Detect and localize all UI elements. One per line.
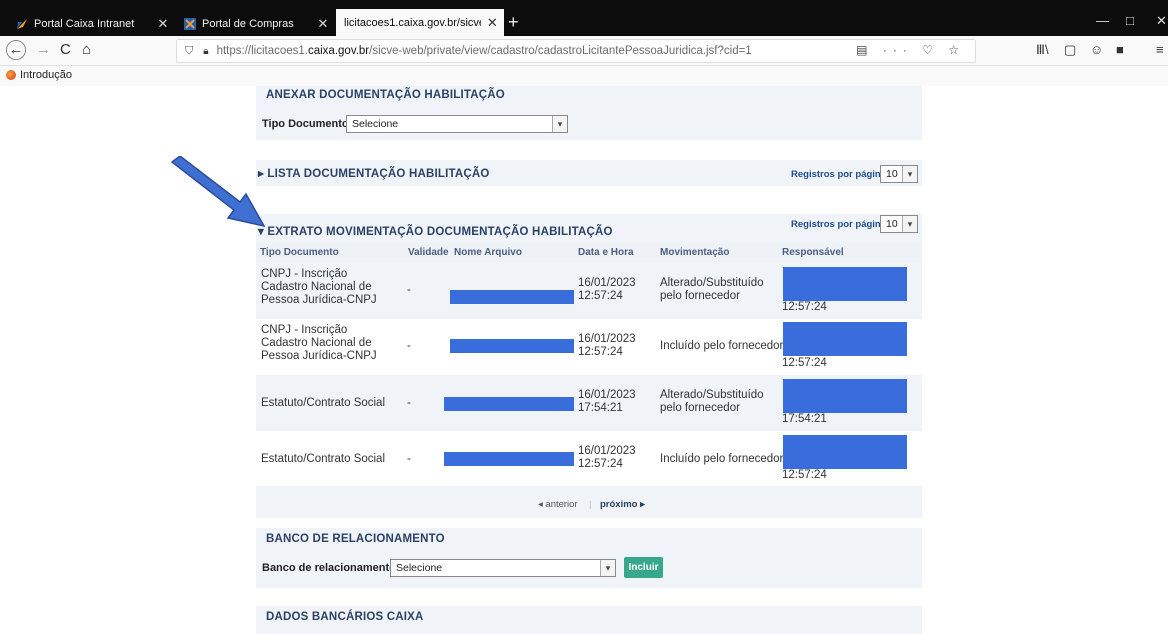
tipo-documento-select[interactable]: Selecione ▾ (346, 115, 568, 133)
redacted-filename[interactable] (450, 339, 574, 353)
select-value: Selecione (396, 562, 443, 574)
tab-portal-caixa-intranet[interactable]: Portal Caixa Intranet ✕ (8, 11, 176, 36)
pager-prev-link[interactable]: ◂ anterior (538, 499, 578, 510)
select-value: Selecione (352, 118, 399, 130)
cell-resp-time: 17:54:21 (782, 413, 827, 425)
extrato-rpp-label: Registros por página (791, 219, 887, 230)
firefox-icon (6, 70, 16, 80)
maximize-icon[interactable]: □ (1126, 13, 1134, 28)
extension-icon[interactable]: ■ (1116, 42, 1124, 57)
new-tab-button[interactable]: + (508, 13, 519, 31)
shield-icon: ⛉ (185, 44, 194, 57)
library-icon[interactable]: Ⅲ\ (1036, 42, 1049, 58)
chevron-down-icon: ▾ (902, 216, 917, 232)
chevron-down-icon: ▾ (600, 560, 615, 576)
navigation-bar: ← → C ⌂ ⛉ 🔒︎ https://licitacoes1.caixa.g… (0, 36, 1168, 66)
caixa-favicon-icon (17, 18, 27, 29)
cell-validade: - (407, 284, 411, 296)
reload-icon[interactable]: C (60, 41, 71, 59)
redacted-filename[interactable] (444, 397, 574, 411)
col-validade: Validade (408, 247, 449, 258)
cell-mov: Incluído pelo fornecedor (660, 340, 784, 352)
pagination: ◂ anterior | próximo ▸ (256, 486, 922, 518)
cell-tipo: Estatuto/Contrato Social (261, 453, 386, 465)
lista-title[interactable]: ▸ LISTA DOCUMENTAÇÃO HABILITAÇÃO (258, 166, 490, 180)
cell-validade: - (407, 453, 411, 465)
page-actions-icons[interactable]: ▤ ··· ♡ ☆ (856, 43, 965, 57)
select-value: 10 (886, 168, 898, 180)
cell-mov: Alterado/Substituído pelo fornecedor (660, 389, 764, 414)
cell-validade: - (407, 397, 411, 409)
incluir-button[interactable]: Incluir (624, 557, 663, 578)
menu-icon[interactable]: ≡ (1156, 42, 1164, 57)
extrato-title[interactable]: ▾ EXTRATO MOVIMENTAÇÃO DOCUMENTAÇÃO HABI… (258, 224, 613, 238)
forward-icon[interactable]: → (36, 41, 51, 59)
banco-select[interactable]: Selecione ▾ (390, 559, 616, 577)
extrato-rpp-select[interactable]: 10 ▾ (880, 215, 918, 233)
tab-close-icon[interactable]: ✕ (487, 15, 498, 31)
tab-portal-de-compras[interactable]: Portal de Compras ✕ (176, 11, 336, 36)
tab-licitacoes[interactable]: licitacoes1.caixa.gov.br/sicve-web/ ✕ (336, 9, 504, 36)
select-value: 10 (886, 218, 898, 230)
page-content: ANEXAR DOCUMENTAÇÃO HABILITAÇÃO Tipo Doc… (0, 86, 1168, 634)
anexar-title: ANEXAR DOCUMENTAÇÃO HABILITAÇÃO (266, 89, 505, 101)
cell-mov: Incluído pelo fornecedor (660, 453, 784, 465)
table-header: Tipo Documento Validade Nome Arquivo Dat… (256, 243, 922, 263)
chevron-down-icon: ▾ (552, 116, 567, 132)
cell-tipo: CNPJ - Inscrição Cadastro Nacional de Pe… (261, 268, 377, 306)
tab-label: Portal de Compras (202, 17, 294, 30)
pager-separator: | (589, 499, 592, 510)
redacted-responsavel (783, 322, 907, 356)
lock-icon: 🔒︎ (203, 45, 209, 57)
annotation-arrow-icon (170, 156, 266, 228)
redacted-filename[interactable] (450, 290, 574, 304)
back-icon[interactable]: ← (6, 40, 26, 60)
col-resp: Responsável (782, 247, 844, 258)
redacted-responsavel (783, 435, 907, 469)
browser-tab-bar: Portal Caixa Intranet ✕ Portal de Compra… (0, 0, 1168, 36)
tab-close-icon[interactable]: ✕ (156, 16, 170, 32)
dados-title: DADOS BANCÁRIOS CAIXA (266, 611, 424, 623)
url-text: https://licitacoes1.caixa.gov.br/sicve-w… (216, 45, 752, 57)
tab-close-icon[interactable]: ✕ (316, 16, 330, 32)
redacted-responsavel (783, 267, 907, 301)
cell-validade: - (407, 340, 411, 352)
home-icon[interactable]: ⌂ (82, 41, 91, 59)
bookmarks-bar: Introdução (0, 66, 1168, 86)
bookmark-label: Introdução (20, 69, 72, 81)
cell-tipo: CNPJ - Inscrição Cadastro Nacional de Pe… (261, 324, 377, 362)
redacted-responsavel (783, 379, 907, 413)
cell-resp-time: 12:57:24 (782, 469, 827, 481)
url-bar[interactable]: ⛉ 🔒︎ https://licitacoes1.caixa.gov.br/si… (176, 39, 976, 63)
minimize-icon[interactable]: — (1096, 13, 1109, 28)
banco-label: Banco de relacionamento: (262, 562, 400, 574)
col-mov: Movimentação (660, 247, 730, 258)
pager-next-link[interactable]: próximo ▸ (600, 499, 645, 510)
col-nome: Nome Arquivo (454, 247, 522, 258)
sidebar-icon[interactable]: ▢ (1064, 42, 1076, 58)
tipo-documento-label: Tipo Documento: (262, 118, 353, 130)
cell-data: 16/01/2023 17:54:21 (578, 389, 636, 414)
lista-rpp-label: Registros por página (791, 169, 887, 180)
col-tipo: Tipo Documento (260, 247, 339, 258)
close-window-icon[interactable]: ✕ (1156, 13, 1167, 29)
bookmark-introducao[interactable]: Introdução (6, 69, 72, 81)
redacted-filename[interactable] (444, 452, 574, 466)
cell-tipo: Estatuto/Contrato Social (261, 397, 386, 409)
cell-data: 16/01/2023 12:57:24 (578, 277, 636, 302)
cell-mov: Alterado/Substituído pelo fornecedor (660, 277, 764, 302)
cell-data: 16/01/2023 12:57:24 (578, 445, 636, 470)
cell-data: 16/01/2023 12:57:24 (578, 333, 636, 358)
tab-label: Portal Caixa Intranet (34, 17, 135, 30)
portal-favicon-icon (184, 17, 196, 30)
cell-resp-time: 12:57:24 (782, 357, 827, 369)
chevron-down-icon: ▾ (902, 166, 917, 182)
cell-resp-time: 12:57:24 (782, 301, 827, 313)
account-icon[interactable]: ☺ (1090, 42, 1103, 57)
col-data: Data e Hora (578, 247, 634, 258)
tab-label: licitacoes1.caixa.gov.br/sicve-web/ (344, 16, 481, 29)
lista-rpp-select[interactable]: 10 ▾ (880, 165, 918, 183)
banco-title: BANCO DE RELACIONAMENTO (266, 533, 445, 545)
